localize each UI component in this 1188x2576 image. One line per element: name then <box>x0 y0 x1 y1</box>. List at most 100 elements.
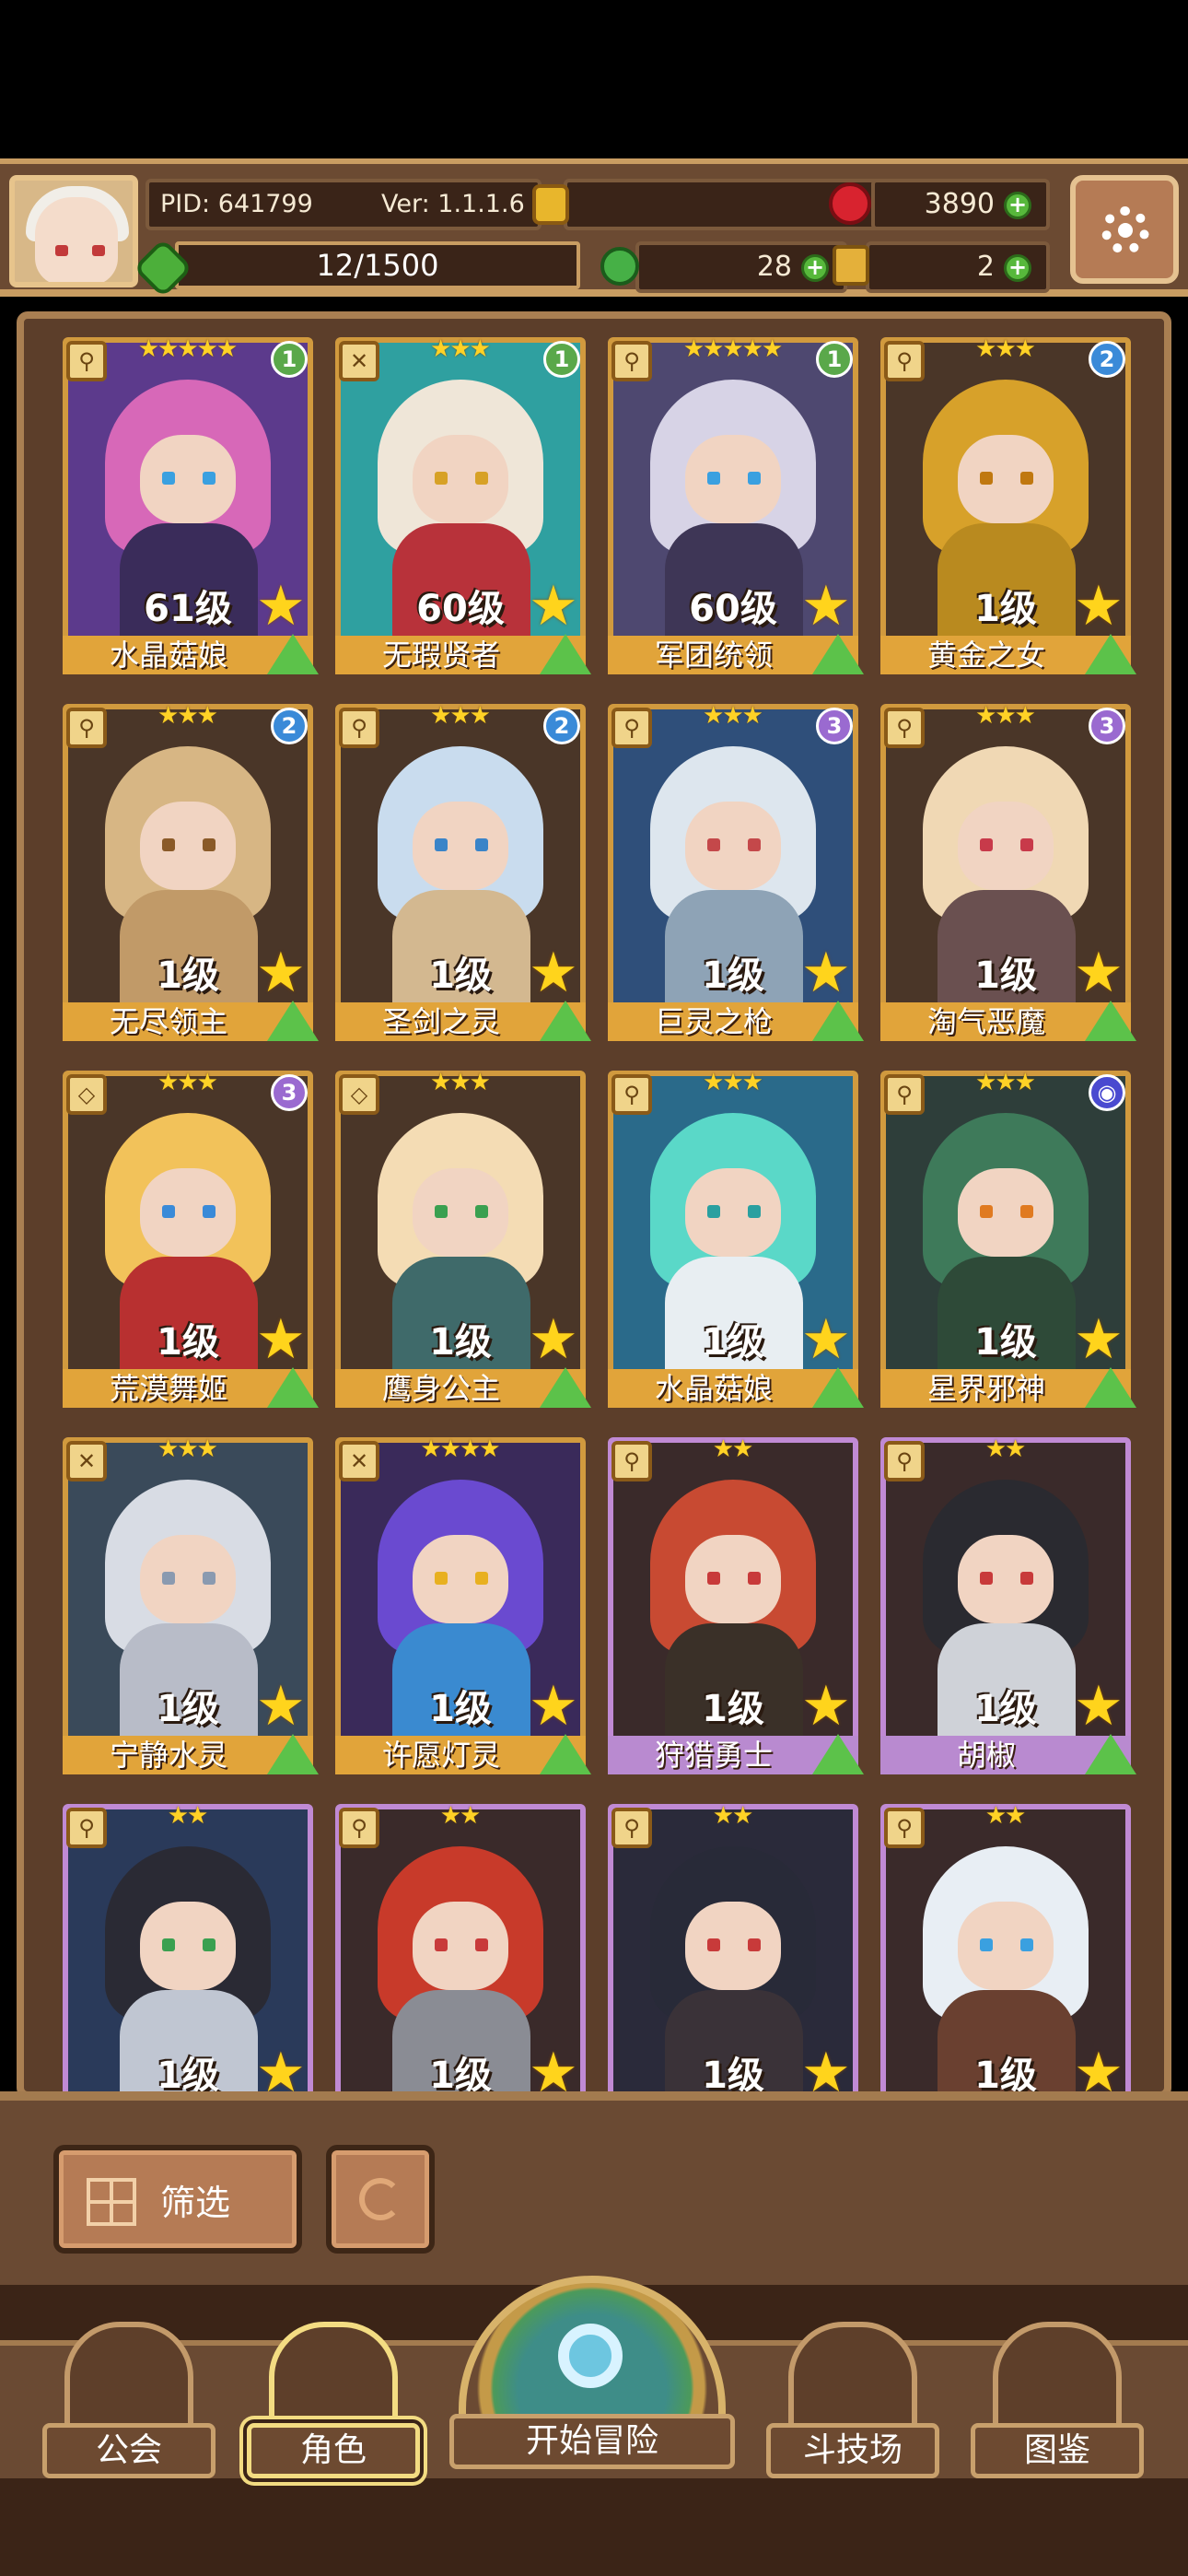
rarity-stars: ★★★ <box>157 1069 218 1096</box>
star-upgrade-icon: ★ <box>801 941 851 1005</box>
character-name: 胡椒 <box>956 1738 1016 1773</box>
weapon-type-icon: ⚲ <box>611 1441 652 1481</box>
character-card[interactable]: ⚲ ★★ 1级 ★ <box>880 1802 1131 2091</box>
character-head-icon <box>269 2322 398 2432</box>
level-up-arrow-icon <box>812 1734 864 1774</box>
settings-button[interactable] <box>1070 175 1179 284</box>
weapon-type-icon: ✕ <box>339 1441 379 1481</box>
rarity-stars: ★★★ <box>430 1069 491 1096</box>
character-card[interactable]: ✕ ★★★★ 1级 许愿灯灵 ★ <box>335 1435 591 1774</box>
clover-amount: 28 <box>756 251 792 283</box>
element-badge: 2 <box>543 708 580 744</box>
guild-building-icon <box>64 2322 193 2432</box>
gem-amount: 3890 <box>924 188 995 220</box>
stamina-bar: 12/1500 <box>175 241 580 289</box>
level-up-arrow-icon <box>1085 634 1136 674</box>
character-card[interactable]: ⚲ ★★★ ◉ 1级 星界邪神 ★ <box>880 1069 1136 1408</box>
character-card[interactable]: ⚲ ★★★ 3 1级 巨灵之枪 ★ <box>608 702 864 1041</box>
weapon-type-icon: ⚲ <box>884 1808 925 1848</box>
character-card[interactable]: ⚲ ★★ 1级 胡椒 ★ <box>880 1435 1136 1774</box>
nav-codex[interactable]: 图鉴 <box>965 2285 1149 2488</box>
character-name: 无瑕贤者 <box>381 638 500 673</box>
character-card[interactable]: ⚲ ★★ 1级 ★ <box>335 1802 586 2091</box>
level-up-arrow-icon <box>1085 1734 1136 1774</box>
clover-icon <box>600 247 639 286</box>
character-card[interactable]: ⚲ ★★★ 1级 水晶菇娘 ★ <box>608 1069 864 1408</box>
weapon-type-icon: ✕ <box>66 1441 107 1481</box>
star-upgrade-icon: ★ <box>1074 941 1124 1005</box>
level-up-arrow-icon <box>1085 1001 1136 1041</box>
player-avatar[interactable] <box>9 175 138 287</box>
add-clovers-icon[interactable]: + <box>801 253 829 282</box>
level-up-arrow-icon <box>267 1001 319 1041</box>
rarity-stars: ★★ <box>167 1802 209 1830</box>
level-up-arrow-icon <box>812 1367 864 1408</box>
rarity-stars: ★★ <box>439 1802 482 1830</box>
weapon-type-icon: ⚲ <box>339 708 379 748</box>
star-upgrade-icon: ★ <box>529 1307 578 1372</box>
character-card[interactable]: ⚲ ★★ 1级 ★ <box>608 1802 858 2091</box>
nav-guild[interactable]: 公会 <box>37 2285 221 2488</box>
rarity-stars: ★★★ <box>157 1435 218 1463</box>
gem-counter: 3890 + <box>871 179 1050 230</box>
character-card[interactable]: ◇ ★★★ 1级 鹰身公主 ★ <box>335 1069 591 1408</box>
weapon-type-icon: ⚲ <box>66 1808 107 1848</box>
weapon-type-icon: ◇ <box>339 1074 379 1115</box>
rarity-stars: ★★★ <box>430 702 491 730</box>
character-name: 星界邪神 <box>926 1371 1045 1406</box>
weapon-type-icon: ⚲ <box>339 1808 379 1848</box>
character-card[interactable]: ⚲ ★★★ 2 1级 黄金之女 ★ <box>880 335 1136 674</box>
rarity-stars: ★★★ <box>703 1069 763 1096</box>
character-card[interactable]: ◇ ★★★ 3 1级 荒漠舞姬 ★ <box>63 1069 319 1408</box>
level-up-arrow-icon <box>540 634 591 674</box>
rarity-stars: ★★★ <box>975 1069 1036 1096</box>
character-card[interactable]: ✕ ★★★ 1 60级 无瑕贤者 ★ <box>335 335 591 674</box>
character-name: 荒漠舞姬 <box>109 1371 227 1406</box>
star-upgrade-icon: ★ <box>1074 1674 1124 1739</box>
version-label: Ver: 1.1.1.6 <box>381 190 525 218</box>
character-name: 许愿灯灵 <box>381 1738 500 1773</box>
character-card[interactable]: ⚲ ★★ 1级 狩猎勇士 ★ <box>608 1435 864 1774</box>
star-upgrade-icon: ★ <box>256 1674 306 1739</box>
level-up-arrow-icon <box>267 634 319 674</box>
character-card[interactable]: ⚲ ★★★★★ 1 60级 军团统领 ★ <box>608 335 864 674</box>
nav-arena-label: 斗技场 <box>766 2423 939 2478</box>
character-card[interactable]: ⚲ ★★★★★ 1 61级 水晶菇娘 ★ <box>63 335 319 674</box>
nav-characters[interactable]: 角色 <box>241 2285 425 2488</box>
star-upgrade-icon: ★ <box>529 1674 578 1739</box>
nav-arena[interactable]: 斗技场 <box>761 2285 945 2488</box>
star-upgrade-icon: ★ <box>529 941 578 1005</box>
character-card[interactable]: ⚲ ★★★ 3 1级 淘气恶魔 ★ <box>880 702 1136 1041</box>
character-name: 巨灵之枪 <box>654 1004 773 1039</box>
character-card[interactable]: ⚲ ★★ 1级 ★ <box>63 1802 313 2091</box>
reset-filter-button[interactable] <box>326 2145 435 2254</box>
weapon-type-icon: ⚲ <box>884 708 925 748</box>
refresh-icon <box>359 2178 402 2220</box>
level-up-arrow-icon <box>812 1001 864 1041</box>
character-name: 圣剑之灵 <box>381 1004 500 1039</box>
character-card[interactable]: ⚲ ★★★ 2 1级 圣剑之灵 ★ <box>335 702 591 1041</box>
element-badge: 1 <box>543 341 580 378</box>
add-keys-icon[interactable]: + <box>1004 253 1031 282</box>
nav-start-adventure[interactable]: 开始冒险 <box>449 2276 735 2488</box>
player-id-panel: PID: 641799 Ver: 1.1.1.6 <box>146 179 542 230</box>
element-badge: ◉ <box>1089 1074 1125 1111</box>
filter-button[interactable]: 筛选 <box>53 2145 302 2254</box>
rarity-stars: ★★★ <box>703 702 763 730</box>
character-card[interactable]: ⚲ ★★★ 2 1级 无尽领主 ★ <box>63 702 319 1041</box>
star-upgrade-icon: ★ <box>256 574 306 638</box>
character-card[interactable]: ✕ ★★★ 1级 宁静水灵 ★ <box>63 1435 319 1774</box>
character-name: 宁静水灵 <box>109 1738 227 1773</box>
weapon-type-icon: ⚲ <box>884 1074 925 1115</box>
stamina-value: 12/1500 <box>316 248 439 283</box>
rarity-stars: ★★★★★ <box>137 335 239 363</box>
rarity-stars: ★★★ <box>975 702 1036 730</box>
add-gems-icon[interactable]: + <box>1004 191 1031 219</box>
key-counter: 2 + <box>866 241 1050 293</box>
weapon-type-icon: ⚲ <box>66 708 107 748</box>
level-up-arrow-icon <box>1085 1367 1136 1408</box>
weapon-type-icon: ⚲ <box>611 341 652 381</box>
level-up-arrow-icon <box>540 1734 591 1774</box>
character-name: 水晶菇娘 <box>109 638 227 673</box>
star-upgrade-icon: ★ <box>801 1674 851 1739</box>
